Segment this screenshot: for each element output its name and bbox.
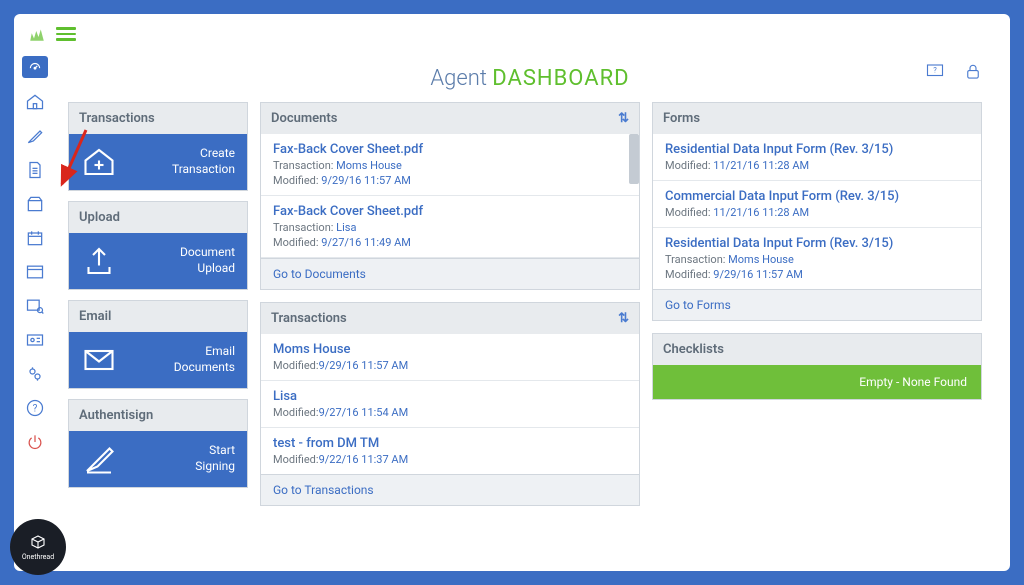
form-item: Commercial Data Input Form (Rev. 3/15) M…	[653, 181, 981, 228]
documents-scrollbar[interactable]	[629, 134, 639, 184]
transaction-item: Lisa Modified:9/27/16 11:54 AM	[261, 381, 639, 428]
start-signing-button[interactable]: Start Signing	[69, 431, 247, 487]
go-to-transactions-link[interactable]: Go to Transactions	[261, 474, 639, 505]
authentisign-tile-panel: Authentisign Start Signing	[68, 399, 248, 488]
nav-power-icon[interactable]	[25, 432, 45, 452]
hamburger-menu-button[interactable]	[56, 24, 76, 44]
email-tile-header: Email	[69, 301, 247, 332]
document-item: Fax-Back Cover Sheet.pdf Transaction: Mo…	[261, 134, 639, 196]
nav-settings-icon[interactable]	[25, 364, 45, 384]
transaction-title-link[interactable]: Moms House	[273, 342, 627, 357]
page-title: Agent DASHBOARD	[430, 66, 629, 91]
transaction-title-link[interactable]: test - from DM TM	[273, 436, 627, 451]
form-title-link[interactable]: Commercial Data Input Form (Rev. 3/15)	[665, 189, 969, 204]
document-upload-button[interactable]: Document Upload	[69, 233, 247, 289]
create-transaction-label: Create Transaction	[129, 146, 235, 177]
page-title-agent: Agent	[430, 66, 492, 91]
document-title-link[interactable]: Fax-Back Cover Sheet.pdf	[273, 142, 627, 157]
transaction-item: test - from DM TM Modified:9/22/16 11:37…	[261, 428, 639, 474]
nav-dashboard-icon[interactable]	[22, 56, 48, 78]
email-documents-button[interactable]: Email Documents	[69, 332, 247, 388]
nav-document-icon[interactable]	[25, 160, 45, 180]
email-documents-label: Email Documents	[129, 344, 235, 375]
nav-calendar-icon[interactable]	[25, 228, 45, 248]
forms-header: Forms	[663, 111, 700, 126]
form-item: Residential Data Input Form (Rev. 3/15) …	[653, 228, 981, 289]
svg-text:?: ?	[33, 403, 38, 414]
document-item: Fax-Back Cover Sheet.pdf Transaction: Li…	[261, 196, 639, 258]
pen-icon	[81, 441, 117, 477]
checklists-empty-message: Empty - None Found	[653, 365, 981, 399]
go-to-forms-link[interactable]: Go to Forms	[653, 289, 981, 320]
transactions-panel: Transactions ⇅ Moms House Modified:9/29/…	[260, 302, 640, 506]
nav-home-icon[interactable]	[25, 92, 45, 112]
house-plus-icon	[81, 144, 117, 180]
lock-icon[interactable]	[964, 62, 982, 82]
create-transaction-button[interactable]: Create Transaction	[69, 134, 247, 190]
transaction-title-link[interactable]: Lisa	[273, 389, 627, 404]
go-to-documents-link[interactable]: Go to Documents	[261, 258, 639, 289]
nav-contact-icon[interactable]	[25, 330, 45, 350]
app-logo-icon	[28, 25, 46, 43]
checklists-panel: Checklists Empty - None Found	[652, 333, 982, 400]
transactions-tile-header: Transactions	[69, 103, 247, 134]
documents-header: Documents	[271, 111, 337, 126]
email-tile-panel: Email Email Documents	[68, 300, 248, 389]
nav-sign-icon[interactable]	[25, 126, 45, 146]
nav-rail: ?	[20, 48, 50, 565]
transactions-sort-icon[interactable]: ⇅	[618, 311, 629, 326]
transaction-item: Moms House Modified:9/29/16 11:57 AM	[261, 334, 639, 381]
documents-sort-icon[interactable]: ⇅	[618, 111, 629, 126]
form-title-link[interactable]: Residential Data Input Form (Rev. 3/15)	[665, 142, 969, 157]
authentisign-tile-header: Authentisign	[69, 400, 247, 431]
nav-search-icon[interactable]	[25, 296, 45, 316]
onethread-badge: Onethread	[10, 519, 66, 575]
svg-text:?: ?	[933, 66, 937, 75]
nav-archive-icon[interactable]	[25, 194, 45, 214]
envelope-icon	[81, 342, 117, 378]
forms-panel: Forms Residential Data Input Form (Rev. …	[652, 102, 982, 321]
start-signing-label: Start Signing	[129, 443, 235, 474]
upload-tile-panel: Upload Document Upload	[68, 201, 248, 290]
documents-panel: Documents ⇅ Fax-Back Cover Sheet.pdf Tra…	[260, 102, 640, 290]
upload-icon	[81, 243, 117, 279]
document-title-link[interactable]: Fax-Back Cover Sheet.pdf	[273, 204, 627, 219]
help-card-icon[interactable]: ?	[924, 62, 946, 82]
nav-browser-icon[interactable]	[25, 262, 45, 282]
document-upload-label: Document Upload	[129, 245, 235, 276]
checklists-header: Checklists	[663, 342, 724, 357]
page-title-dashboard: DASHBOARD	[492, 66, 629, 91]
badge-label: Onethread	[22, 553, 54, 561]
transactions-tile-panel: Transactions Create Transaction	[68, 102, 248, 191]
nav-help-icon[interactable]: ?	[25, 398, 45, 418]
form-item: Residential Data Input Form (Rev. 3/15) …	[653, 134, 981, 181]
upload-tile-header: Upload	[69, 202, 247, 233]
form-title-link[interactable]: Residential Data Input Form (Rev. 3/15)	[665, 236, 969, 251]
transactions-header: Transactions	[271, 311, 347, 326]
